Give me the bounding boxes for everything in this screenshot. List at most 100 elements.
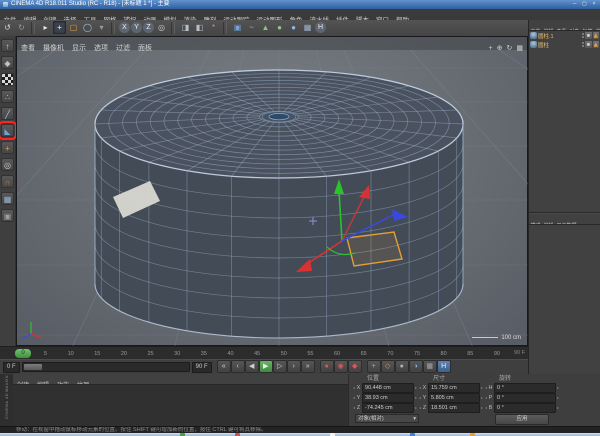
record-keyframe-button[interactable]: ● xyxy=(320,360,334,373)
current-frame-field[interactable]: 0 F xyxy=(3,362,20,373)
maximize-button[interactable]: ▢ xyxy=(580,0,588,9)
timeline-tick: 55 xyxy=(307,351,313,357)
enable-axis-icon[interactable]: + xyxy=(1,141,14,154)
prev-key-button[interactable]: ‹ xyxy=(231,360,245,373)
timeline-tick: 90 xyxy=(494,351,500,357)
phong-tag-icon[interactable] xyxy=(585,32,592,39)
rotate-tool-icon[interactable]: ◯ xyxy=(81,21,94,34)
polygon-selection-tag-icon[interactable] xyxy=(593,32,600,39)
material-menu-item[interactable]: 编辑 xyxy=(33,381,53,385)
position-z-field[interactable]: -74.245 cm xyxy=(362,403,414,413)
material-menu-item[interactable]: 功能 xyxy=(53,381,73,385)
timeline-tick: 50 xyxy=(281,351,287,357)
goto-end-button[interactable]: » xyxy=(301,360,315,373)
object-row[interactable]: 圆柱 xyxy=(529,40,600,49)
attribute-manager-menu-item[interactable]: 编辑 xyxy=(542,221,555,225)
timeline-slider[interactable] xyxy=(22,362,190,372)
viewport-canvas[interactable] xyxy=(17,50,529,346)
goto-start-button[interactable]: « xyxy=(217,360,231,373)
lock-y-icon[interactable]: Y xyxy=(131,22,142,33)
toolbar-separator xyxy=(171,22,175,34)
record-position-toggle[interactable]: + xyxy=(367,360,381,373)
layout-icon[interactable]: H xyxy=(315,22,326,33)
position-y-field[interactable]: 38.93 cm xyxy=(362,393,414,403)
object-name[interactable]: 圆柱 xyxy=(538,41,581,49)
last-tool-icon[interactable]: ▾ xyxy=(95,21,108,34)
material-manager: 创建编辑功能纹理 xyxy=(13,374,348,426)
next-frame-button[interactable]: ▷ xyxy=(273,360,287,373)
render-view-icon[interactable]: ◨ xyxy=(179,21,192,34)
toolbar-separator xyxy=(31,22,35,34)
object-name[interactable]: 圆柱.1 xyxy=(538,32,581,40)
phong-tag-icon[interactable] xyxy=(585,41,592,48)
lock-workplane-icon[interactable]: ▣ xyxy=(1,209,14,222)
layout-h-button[interactable]: H xyxy=(437,360,451,373)
texture-mode-icon[interactable] xyxy=(1,73,14,86)
undo-icon[interactable]: ↺ xyxy=(1,21,14,34)
timeline-playhead[interactable]: 0 xyxy=(15,349,31,358)
viewport-solo-icon[interactable]: ◎ xyxy=(1,158,14,171)
scene-objects-icon[interactable]: ● xyxy=(273,21,286,34)
record-pla-toggle[interactable]: ▦ xyxy=(423,360,437,373)
size-z-field[interactable]: 18.501 cm xyxy=(428,403,480,413)
end-frame-field[interactable]: 90 F xyxy=(192,362,212,373)
autokey-button[interactable]: ◉ xyxy=(334,360,348,373)
edges-mode-icon[interactable]: ╱ xyxy=(1,107,14,120)
next-key-button[interactable]: › xyxy=(287,360,301,373)
apply-button[interactable]: 应用 xyxy=(495,414,549,425)
coord-mode-dropdown[interactable]: 对象(相对) ▾ xyxy=(355,414,419,423)
move-tool-icon[interactable]: + xyxy=(53,21,66,34)
lock-z-icon[interactable]: Z xyxy=(143,22,154,33)
polygon-selection-tag-icon[interactable] xyxy=(593,41,600,48)
render-settings-icon[interactable]: * xyxy=(207,21,220,34)
generators-icon[interactable]: ▲ xyxy=(259,21,272,34)
polygons-mode-icon[interactable]: ◣ xyxy=(1,124,14,137)
timeline-tick: 75 xyxy=(414,351,420,357)
rotation-header: 旋转 xyxy=(485,375,559,383)
points-mode-icon[interactable]: ∴ xyxy=(1,90,14,103)
add-primitive-icon[interactable]: ▣ xyxy=(231,21,244,34)
close-button[interactable]: × xyxy=(590,0,598,9)
redo-icon[interactable]: ↻ xyxy=(15,21,28,34)
deformers-icon[interactable]: ● xyxy=(287,21,300,34)
size-y-field[interactable]: 5.805 cm xyxy=(428,393,480,403)
viewport-scale-label: 100 cm xyxy=(472,335,521,341)
record-rotation-toggle[interactable]: ● xyxy=(395,360,409,373)
position-x-field[interactable]: 90.448 cm xyxy=(362,383,414,393)
play-button[interactable]: ▶ xyxy=(259,360,273,373)
play-backwards-button[interactable]: ◀ xyxy=(245,360,259,373)
minimize-button[interactable]: ─ xyxy=(571,0,579,9)
model-mode-icon[interactable]: ◆ xyxy=(1,56,14,69)
material-menu-item[interactable]: 创建 xyxy=(13,381,33,385)
record-scale-toggle[interactable]: ◇ xyxy=(381,360,395,373)
slider-handle[interactable] xyxy=(24,364,42,370)
toolbar-separator xyxy=(223,22,227,34)
material-menu-item[interactable]: 纹理 xyxy=(73,381,93,385)
lock-x-icon[interactable]: X xyxy=(119,22,130,33)
viewport[interactable]: 查看摄像机显示选项过滤面板 +⊕↻▦ 100 cm xyxy=(16,36,528,346)
attribute-manager: 模式编辑用户数据 xyxy=(529,213,600,225)
render-region-icon[interactable]: ◧ xyxy=(193,21,206,34)
visibility-dots[interactable] xyxy=(582,41,585,48)
attribute-manager-menu-item[interactable]: 用户数据 xyxy=(555,221,578,225)
workplane-icon[interactable]: ▦ xyxy=(1,192,14,205)
brand-maxon: MAXON xyxy=(4,375,10,392)
scale-tool-icon[interactable]: ▢ xyxy=(67,21,80,34)
timeline-tick: 60 xyxy=(334,351,340,357)
object-row[interactable]: 圆柱.1 xyxy=(529,31,600,40)
attribute-manager-menu-item[interactable]: 模式 xyxy=(529,221,542,225)
make-editable-icon[interactable]: ↑ xyxy=(1,39,14,52)
spline-pen-icon[interactable]: ~ xyxy=(245,21,258,34)
size-x-field[interactable]: 15.759 cm xyxy=(428,383,480,393)
rotation-h-field[interactable]: 0 ° xyxy=(494,383,556,393)
snap-icon[interactable]: ∩ xyxy=(1,175,14,188)
rotation-b-field[interactable]: 0 ° xyxy=(494,403,556,413)
coord-system-icon[interactable]: ◎ xyxy=(155,21,168,34)
keyframe-selection-button[interactable]: ◆ xyxy=(348,360,362,373)
live-selection-icon[interactable]: ▸ xyxy=(39,21,52,34)
timeline-tick: 70 xyxy=(387,351,393,357)
record-parameter-toggle[interactable]: ◑ xyxy=(409,360,423,373)
rotation-p-field[interactable]: 0 ° xyxy=(494,393,556,403)
visibility-dots[interactable] xyxy=(582,32,585,39)
array-icon[interactable]: ▦ xyxy=(301,21,314,34)
